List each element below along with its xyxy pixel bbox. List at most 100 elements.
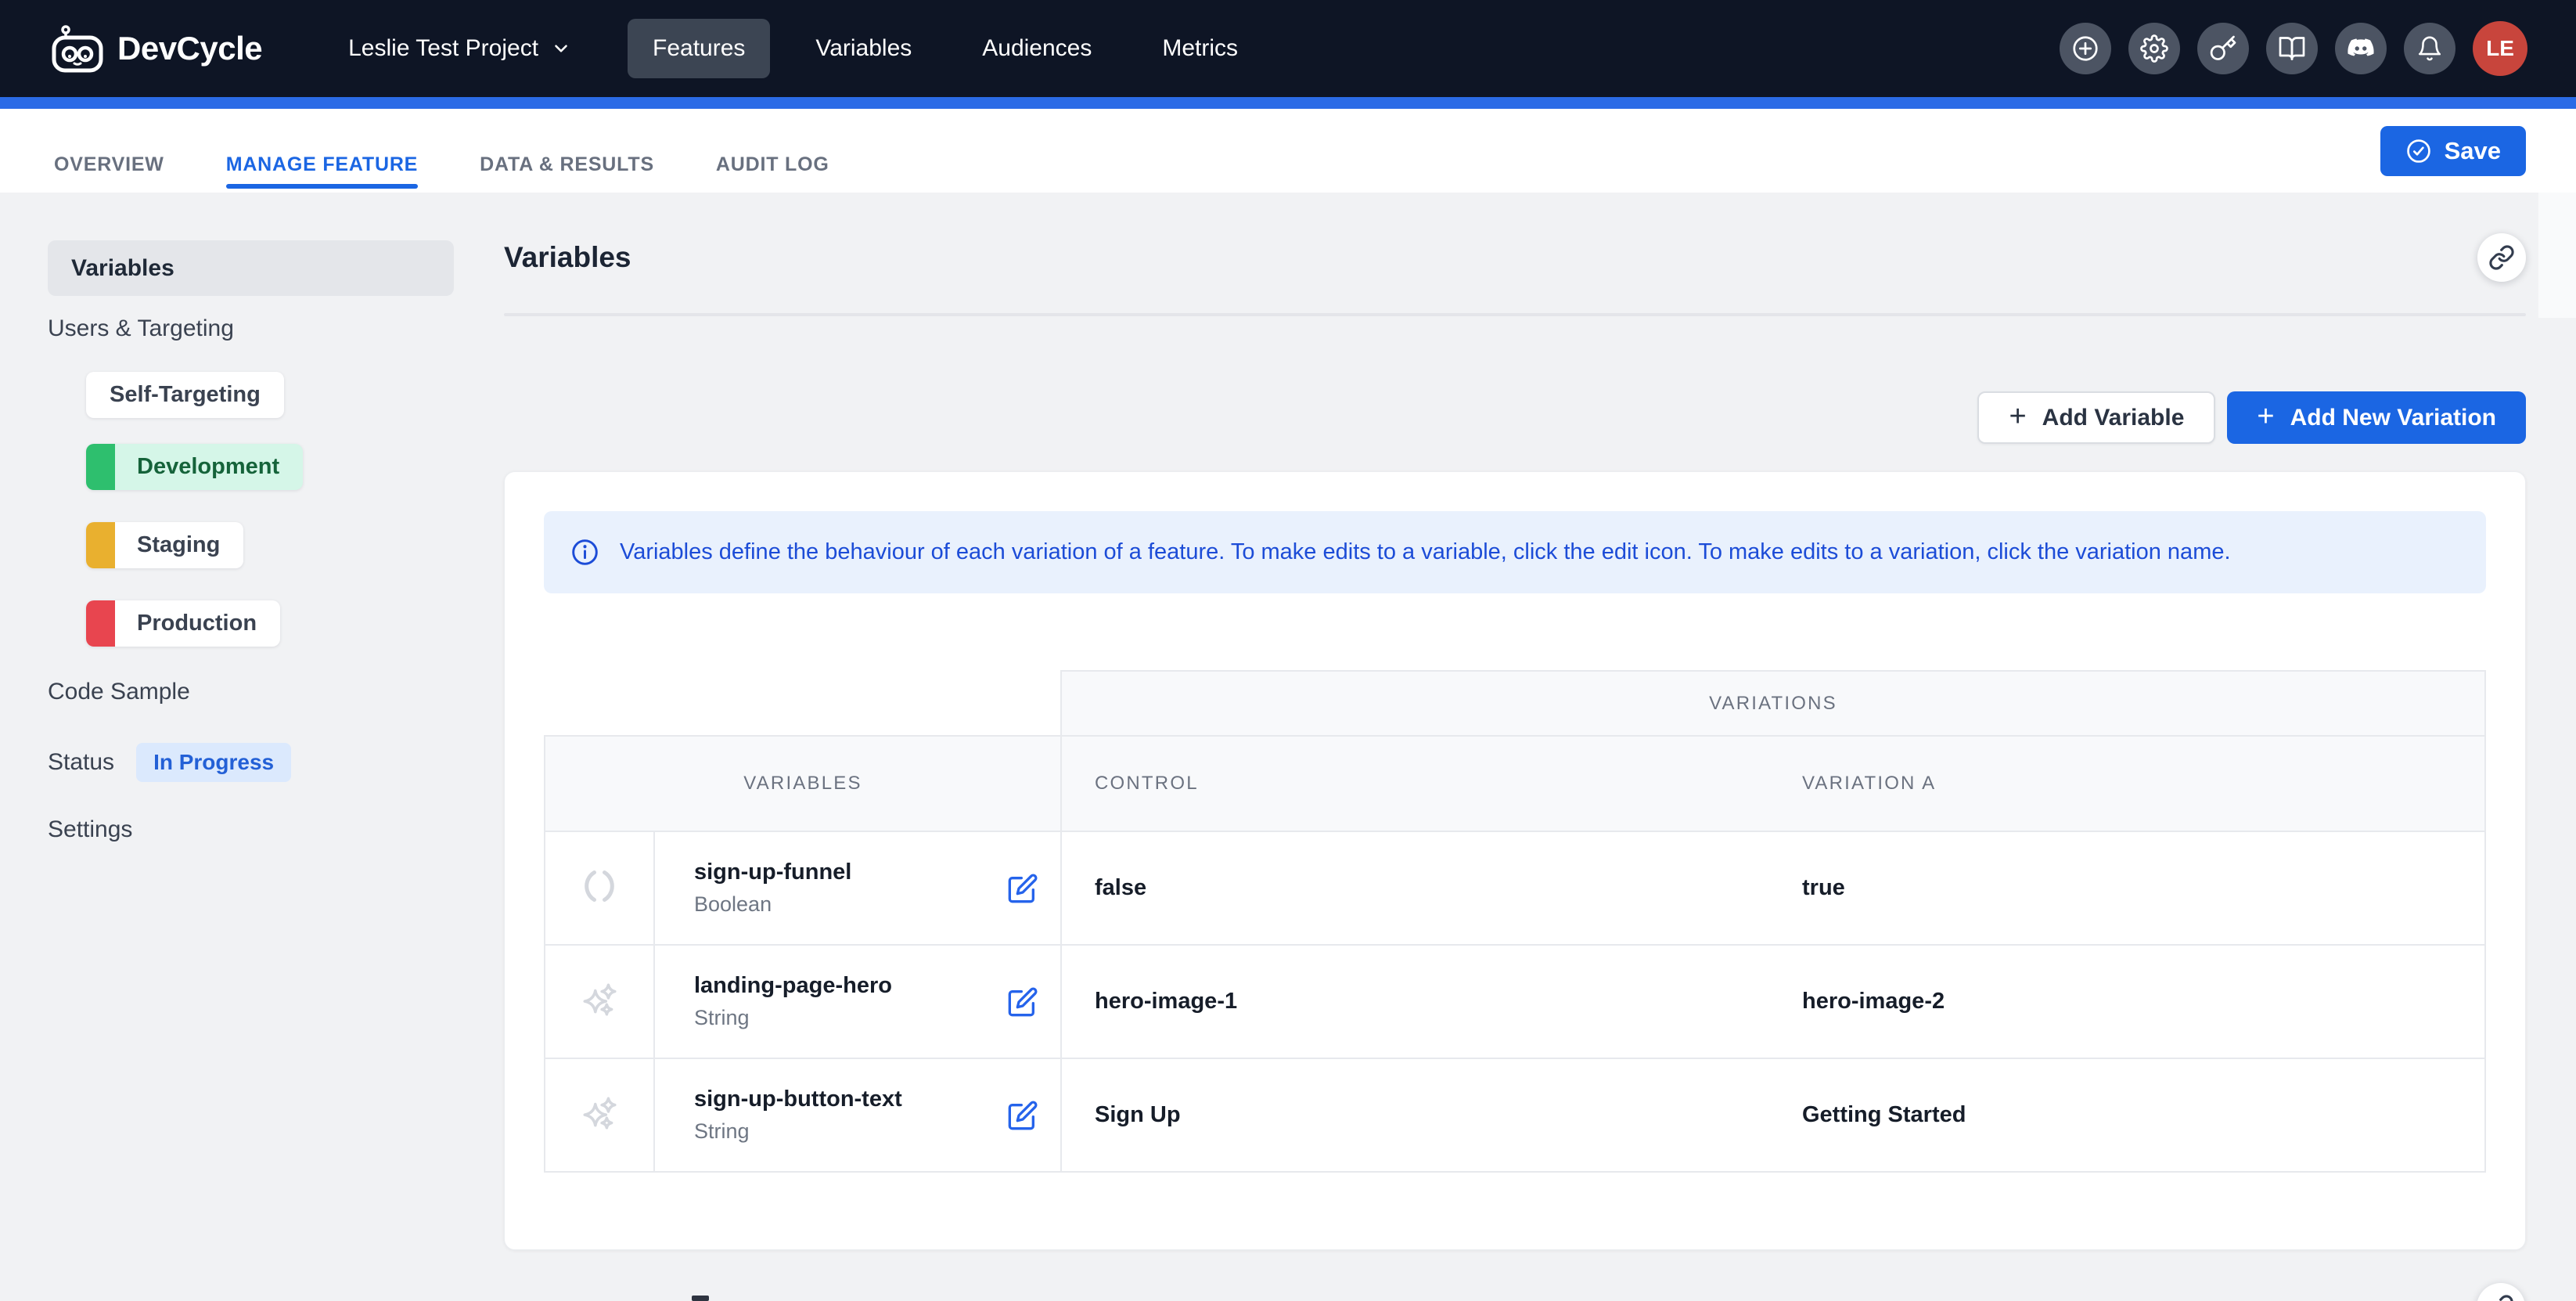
feature-sidebar: Variables Users & Targeting Self-Targeti… (0, 193, 485, 843)
variable-name: sign-up-funnel (694, 860, 851, 885)
book-open-icon (2278, 34, 2306, 63)
chevron-down-icon (551, 38, 571, 59)
edit-variable-button[interactable] (1007, 986, 1038, 1018)
app-root: DevCycle Leslie Test Project Features Va… (0, 0, 2576, 1301)
nav-item-audiences[interactable]: Audiences (957, 19, 1117, 78)
variable-type-cell (545, 831, 654, 945)
sidebar-item-code-sample[interactable]: Code Sample (48, 679, 454, 705)
nav-item-metrics[interactable]: Metrics (1137, 19, 1263, 78)
info-banner: Variables define the behaviour of each v… (544, 511, 2486, 593)
sidebar-env-production[interactable]: Production (86, 600, 280, 647)
save-button[interactable]: Save (2380, 126, 2526, 176)
user-avatar[interactable]: LE (2473, 21, 2527, 76)
env-label-development: Development (115, 454, 303, 480)
add-variable-button[interactable]: + Add Variable (1977, 391, 2215, 444)
main-panel: Variables + Add Variable + Add New Varia… (485, 193, 2576, 1250)
tab-manage-feature[interactable]: MANAGE FEATURE (226, 109, 418, 193)
column-header-variables: VARIABLES (545, 736, 1061, 831)
nav-item-variables[interactable]: Variables (790, 19, 937, 78)
tab-data-results[interactable]: DATA & RESULTS (480, 109, 654, 193)
section-header: Variables (504, 233, 2526, 282)
top-progress-bar (0, 97, 2576, 109)
save-button-label: Save (2445, 137, 2501, 165)
tab-audit-log[interactable]: AUDIT LOG (716, 109, 829, 193)
copy-section-link-button[interactable] (2477, 233, 2526, 282)
control-value: hero-image-1 (1061, 945, 1769, 1058)
variable-name: sign-up-button-text (694, 1087, 902, 1112)
sidebar-item-users-targeting[interactable]: Users & Targeting (48, 315, 454, 342)
add-new-variation-button[interactable]: + Add New Variation (2227, 391, 2526, 444)
cropped-next-section-text (692, 1296, 709, 1301)
variable-type: Boolean (694, 892, 851, 917)
variation-a-value: hero-image-2 (1769, 945, 2485, 1058)
content-area: Variables Users & Targeting Self-Targeti… (0, 193, 2576, 1250)
variable-name-cell: landing-page-hero String (654, 945, 1061, 1058)
sparkles-icon (580, 1094, 619, 1133)
variation-a-value: Getting Started (1769, 1058, 2485, 1172)
sidebar-status-row: Status In Progress (48, 743, 454, 782)
env-color-chip-staging (86, 522, 115, 568)
brand-name: DevCycle (117, 30, 262, 67)
info-banner-text: Variables define the behaviour of each v… (620, 539, 2231, 565)
page-title: Variables (504, 241, 631, 274)
boolean-toggle-icon (581, 867, 618, 905)
control-value: false (1061, 831, 1769, 945)
nav-item-features[interactable]: Features (628, 19, 770, 78)
tab-overview[interactable]: OVERVIEW (54, 109, 164, 193)
variable-name-cell: sign-up-button-text String (654, 1058, 1061, 1172)
devcycle-robot-icon (50, 24, 105, 73)
status-badge: In Progress (136, 743, 291, 782)
check-circle-icon (2405, 138, 2432, 164)
edit-variable-button[interactable] (1007, 873, 1038, 904)
variable-type-cell (545, 945, 654, 1058)
bell-icon (2416, 35, 2443, 62)
table-row: sign-up-funnel Boolean false true (545, 831, 2485, 945)
notifications-button[interactable] (2404, 23, 2455, 74)
api-keys-button[interactable] (2197, 23, 2249, 74)
info-icon (570, 538, 599, 567)
variable-name: landing-page-hero (694, 973, 892, 999)
sidebar-link-self-targeting[interactable]: Self-Targeting (86, 372, 284, 418)
sidebar-item-variables[interactable]: Variables (48, 240, 454, 296)
section-divider (504, 313, 2526, 316)
variable-name-cell: sign-up-funnel Boolean (654, 831, 1061, 945)
edit-pencil-icon (1007, 1100, 1038, 1131)
gear-icon (2140, 34, 2168, 63)
brand-logo[interactable]: DevCycle (50, 24, 262, 73)
edit-pencil-icon (1007, 986, 1038, 1018)
env-color-chip-production (86, 600, 115, 647)
scrollbar-gutter (2538, 193, 2576, 318)
env-label-staging: Staging (115, 532, 243, 558)
link-icon (2488, 244, 2515, 271)
plus-circle-icon (2071, 34, 2099, 63)
table-actions: + Add Variable + Add New Variation (504, 391, 2526, 444)
table-row: landing-page-hero String hero-image-1 he… (545, 945, 2485, 1058)
variables-card: Variables define the behaviour of each v… (504, 471, 2526, 1250)
edit-variable-button[interactable] (1007, 1100, 1038, 1131)
copy-section-link-button-bottom[interactable] (2477, 1283, 2525, 1301)
sidebar-item-settings[interactable]: Settings (48, 816, 454, 843)
variation-a-value: true (1769, 831, 2485, 945)
project-name: Leslie Test Project (348, 35, 538, 62)
env-label-production: Production (115, 611, 280, 636)
settings-button[interactable] (2128, 23, 2180, 74)
add-variable-label: Add Variable (2042, 405, 2185, 431)
nav-utility-icons: LE (2060, 21, 2527, 76)
top-nav: DevCycle Leslie Test Project Features Va… (0, 0, 2576, 97)
column-header-control[interactable]: CONTROL (1061, 736, 1769, 831)
sidebar-item-status[interactable]: Status (48, 749, 114, 776)
project-selector[interactable]: Leslie Test Project (348, 35, 571, 62)
table-header-spacer (545, 671, 1061, 736)
discord-icon (2346, 34, 2376, 63)
sparkles-icon (580, 980, 619, 1019)
column-header-variation-a[interactable]: VARIATION A (1769, 736, 2485, 831)
variable-type-cell (545, 1058, 654, 1172)
variables-table: VARIATIONS VARIABLES CONTROL VARIATION A (544, 670, 2486, 1173)
sidebar-env-staging[interactable]: Staging (86, 522, 243, 568)
plus-icon: + (2009, 402, 2026, 431)
sidebar-env-development[interactable]: Development (86, 444, 303, 490)
discord-button[interactable] (2335, 23, 2387, 74)
plus-icon: + (2257, 402, 2274, 431)
create-new-button[interactable] (2060, 23, 2111, 74)
docs-button[interactable] (2266, 23, 2318, 74)
